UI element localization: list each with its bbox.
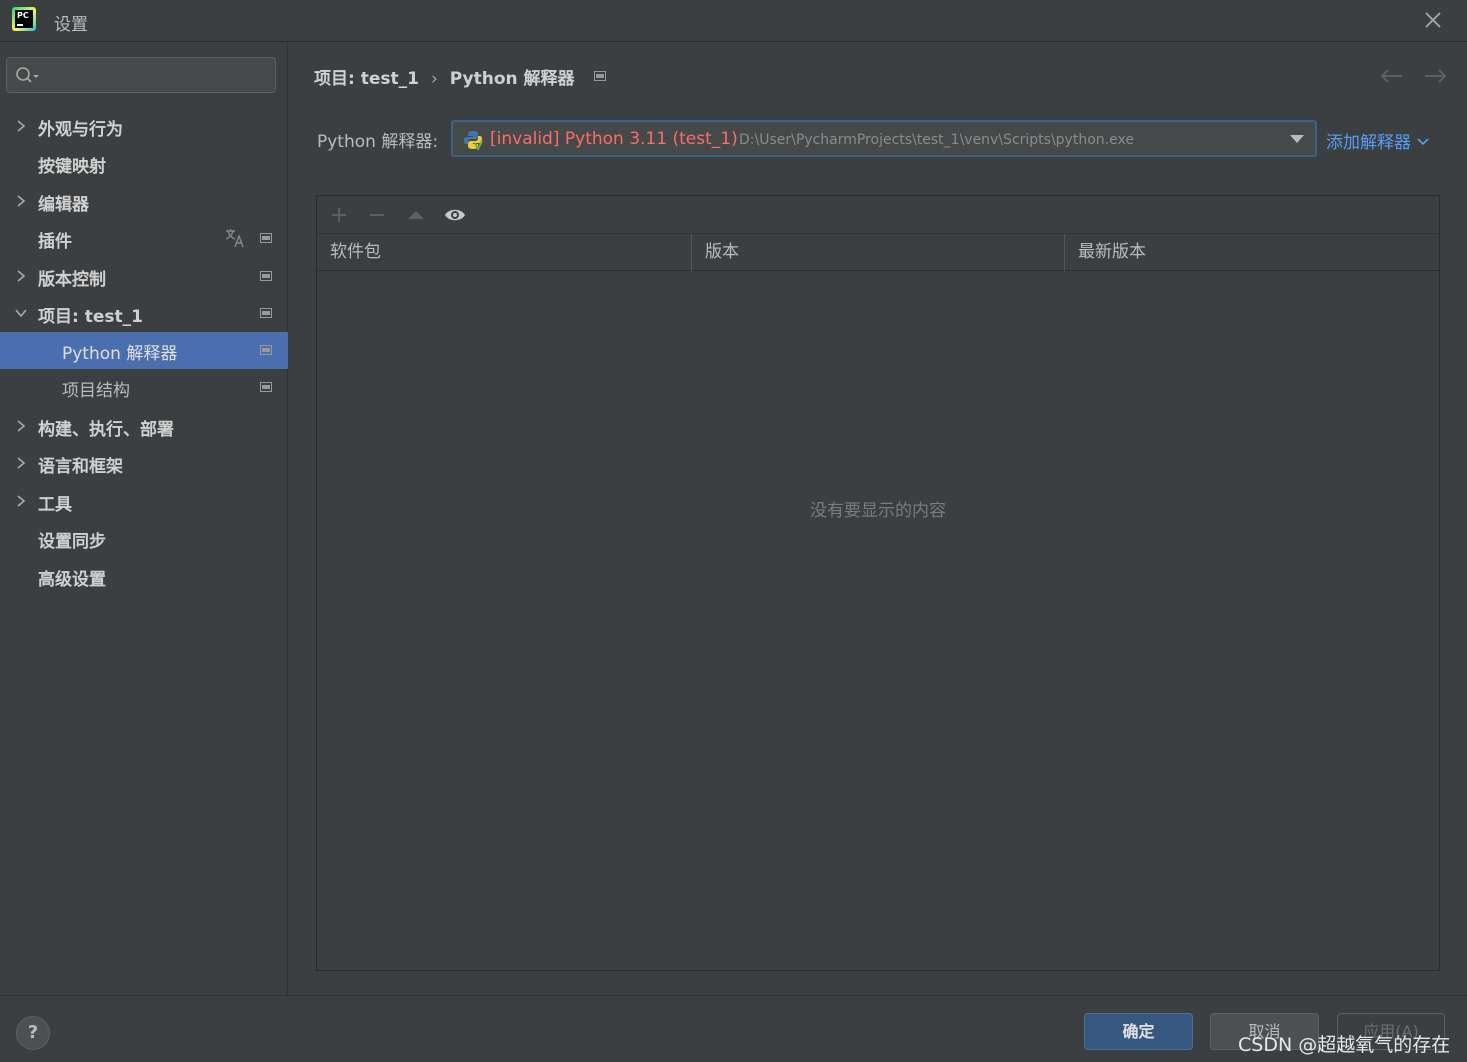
project-scope-icon (260, 382, 272, 392)
sidebar-item-settings-sync[interactable]: 设置同步 (0, 520, 288, 557)
add-interpreter-label: 添加解释器 (1326, 133, 1411, 153)
ok-button[interactable]: 确定 (1084, 1013, 1193, 1050)
interpreter-dropdown[interactable]: [invalid] Python 3.11 (test_1) D:\User\P… (451, 120, 1317, 157)
chevron-right-icon (17, 195, 26, 207)
project-scope-icon (594, 71, 606, 81)
sidebar-item-keymap[interactable]: 按键映射 (0, 145, 288, 182)
sidebar-item-appearance[interactable]: 外观与行为 (0, 108, 288, 145)
sidebar-item-advanced[interactable]: 高级设置 (0, 558, 288, 595)
chevron-right-icon (17, 457, 26, 469)
sidebar-item-label: 构建、执行、部署 (38, 420, 174, 440)
search-field[interactable] (6, 57, 276, 93)
breadcrumb-page: Python 解释器 (449, 69, 575, 89)
sidebar-item-project-structure[interactable]: 项目结构 (0, 369, 288, 406)
project-scope-icon (260, 233, 272, 243)
settings-sidebar: 外观与行为 按键映射 编辑器 插件 版本控制 项目: test_1 Python… (0, 42, 288, 995)
sidebar-item-label: 版本控制 (38, 270, 106, 290)
sidebar-item-project[interactable]: 项目: test_1 (0, 295, 288, 332)
sidebar-item-build[interactable]: 构建、执行、部署 (0, 408, 288, 445)
sidebar-item-languages[interactable]: 语言和框架 (0, 445, 288, 482)
add-icon[interactable] (328, 204, 350, 226)
search-input[interactable] (45, 64, 265, 86)
chevron-right-icon (17, 495, 26, 507)
chevron-right-icon (17, 420, 26, 432)
sidebar-item-python-interpreter[interactable]: Python 解释器 (0, 332, 288, 369)
chevron-right-icon (17, 120, 26, 132)
column-header-version[interactable]: 版本 (692, 234, 1065, 271)
sidebar-item-vcs[interactable]: 版本控制 (0, 258, 288, 295)
packages-table-header: 软件包 版本 最新版本 (317, 234, 1439, 271)
sidebar-item-label: 语言和框架 (38, 457, 123, 477)
sidebar-item-tools[interactable]: 工具 (0, 483, 288, 520)
sidebar-item-label: 项目结构 (62, 381, 130, 401)
sidebar-item-label: 高级设置 (38, 570, 106, 590)
sidebar-item-label: 外观与行为 (38, 120, 123, 140)
packages-panel: 软件包 版本 最新版本 没有要显示的内容 (316, 195, 1440, 971)
sidebar-item-label: 项目: test_1 (38, 307, 143, 327)
navigation-arrows (1374, 62, 1453, 96)
sidebar-item-label: 编辑器 (38, 195, 89, 215)
sidebar-item-label: Python 解释器 (62, 344, 178, 364)
add-interpreter-link[interactable]: 添加解释器 (1326, 128, 1430, 153)
packages-toolbar (317, 196, 1439, 234)
chevron-right-icon (17, 270, 26, 282)
upgrade-icon[interactable] (405, 204, 427, 226)
close-icon[interactable] (1421, 8, 1445, 32)
project-scope-icon (260, 345, 272, 355)
sidebar-item-label: 工具 (38, 495, 72, 515)
python-icon (464, 131, 483, 150)
back-arrow-icon[interactable] (1374, 62, 1410, 90)
project-scope-icon (260, 271, 272, 281)
sidebar-item-label: 设置同步 (38, 532, 106, 552)
sidebar-item-plugins[interactable]: 插件 (0, 220, 288, 257)
sidebar-item-label: 插件 (38, 232, 72, 252)
eye-icon[interactable] (444, 204, 466, 226)
sidebar-item-label: 按键映射 (38, 157, 106, 177)
sidebar-item-editor[interactable]: 编辑器 (0, 183, 288, 220)
watermark-text: CSDN @超越氧气的存在 (1238, 1034, 1451, 1056)
project-scope-icon (260, 308, 272, 318)
chevron-down-icon (1417, 138, 1429, 146)
empty-state-text: 没有要显示的内容 (810, 501, 946, 521)
breadcrumb: 项目: test_1 › Python 解释器 (314, 64, 575, 89)
column-header-latest-version[interactable]: 最新版本 (1065, 234, 1439, 271)
chevron-down-icon (15, 309, 27, 318)
interpreter-label: Python 解释器: (317, 132, 439, 152)
dropdown-arrow-icon[interactable] (1290, 135, 1304, 143)
pycharm-logo-icon: PC (12, 7, 36, 31)
title-bar: PC 设置 (0, 0, 1467, 42)
translate-icon (225, 229, 244, 248)
column-header-package[interactable]: 软件包 (317, 234, 692, 271)
window-title: 设置 (54, 15, 88, 35)
forward-arrow-icon[interactable] (1417, 62, 1453, 90)
breadcrumb-separator: › (430, 69, 438, 89)
remove-icon[interactable] (366, 204, 388, 226)
interpreter-path: D:\User\PycharmProjects\test_1\venv\Scri… (739, 132, 1134, 148)
interpreter-name: [invalid] Python 3.11 (test_1) (490, 129, 738, 149)
help-button[interactable]: ? (16, 1016, 50, 1050)
search-icon (16, 67, 39, 83)
breadcrumb-project[interactable]: 项目: test_1 (314, 69, 419, 89)
